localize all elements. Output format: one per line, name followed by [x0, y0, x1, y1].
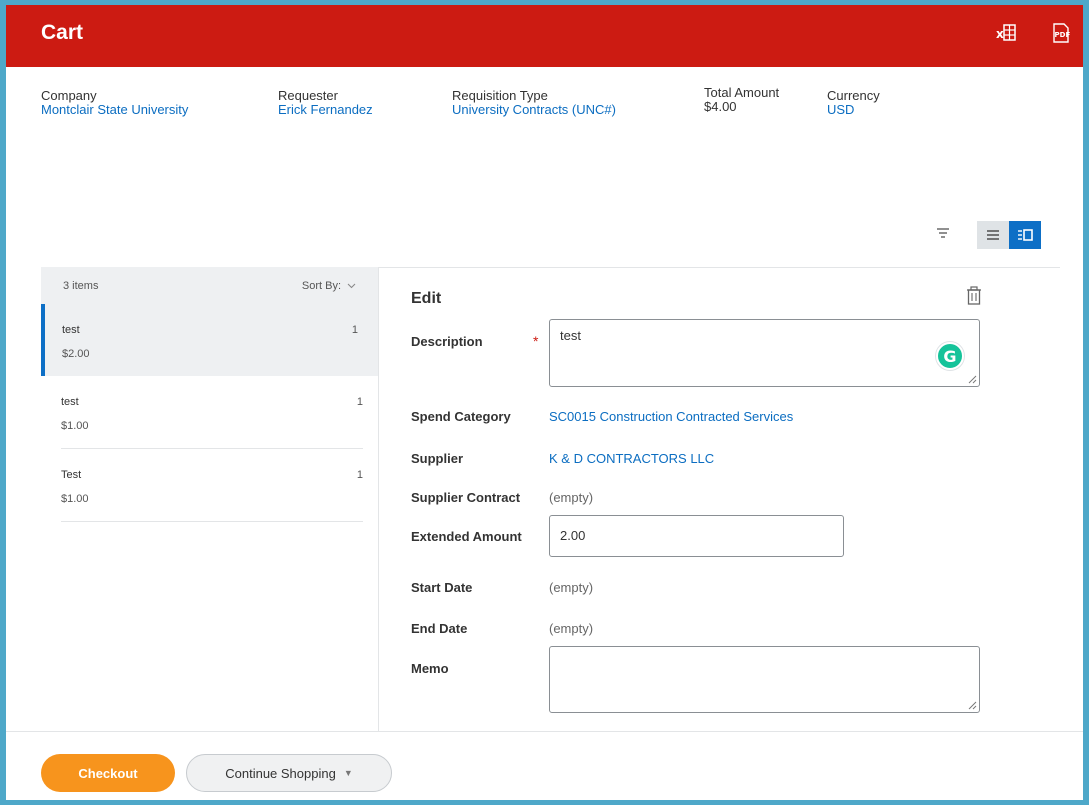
list-item[interactable]: test 1 $2.00 [41, 304, 378, 376]
detail-view-button[interactable] [1009, 221, 1041, 249]
view-toggle [977, 221, 1041, 249]
sort-by-dropdown[interactable]: Sort By: [302, 280, 356, 292]
detail-view-icon [1018, 229, 1033, 241]
item-price: $1.00 [61, 420, 89, 432]
end-date-value: (empty) [549, 621, 594, 636]
requester-field: Requester Erick Fernandez [278, 89, 373, 117]
chevron-down-icon [347, 283, 356, 288]
svg-text:x: x [996, 27, 1004, 41]
item-name: test [62, 324, 80, 336]
list-view-button[interactable] [977, 221, 1009, 249]
total-amount-label: Total Amount [704, 85, 780, 100]
filter-icon[interactable] [935, 225, 951, 241]
divider [378, 267, 1060, 268]
page-title: Cart [41, 21, 84, 44]
requisition-type-value[interactable]: University Contracts (UNC#) [452, 103, 616, 117]
total-amount-value: $4.00 [704, 99, 737, 114]
end-date-label: End Date [411, 621, 468, 636]
start-date-label: Start Date [411, 580, 473, 595]
company-label: Company [41, 88, 97, 103]
title-bar: Cart x PDF [6, 5, 1083, 67]
start-date-value: (empty) [549, 580, 594, 595]
supplier-contract-label: Supplier Contract [411, 490, 521, 505]
item-name: Test [61, 469, 82, 481]
pdf-export-icon[interactable]: PDF [1051, 22, 1071, 44]
edit-title: Edit [411, 290, 442, 307]
requisition-type-field: Requisition Type University Contracts (U… [452, 89, 616, 117]
footer-bar: Checkout Continue Shopping ▼ [6, 731, 1083, 800]
continue-shopping-button[interactable]: Continue Shopping ▼ [186, 754, 392, 792]
trash-icon[interactable] [963, 285, 985, 307]
continue-shopping-label: Continue Shopping [225, 765, 336, 781]
excel-export-icon[interactable]: x [996, 22, 1016, 44]
supplier-value[interactable]: K & D CONTRACTORS LLC [549, 451, 714, 466]
svg-text:PDF: PDF [1055, 31, 1071, 39]
required-indicator: * [533, 333, 539, 349]
item-quantity: 1 [356, 396, 363, 408]
list-header: 3 items Sort By: [41, 267, 378, 304]
sort-by-label: Sort By: [301, 279, 341, 292]
caret-down-icon: ▼ [343, 768, 353, 778]
description-field[interactable]: test [549, 319, 980, 387]
item-price: $1.00 [61, 493, 89, 505]
supplier-contract-value: (empty) [549, 490, 594, 505]
total-amount-field: Total Amount $4.00 [704, 86, 779, 114]
spend-category-value[interactable]: SC0015 Construction Contracted Services [549, 409, 793, 424]
description-label: Description [411, 334, 483, 349]
list-view-icon [987, 230, 999, 240]
company-field: Company Montclair State University [41, 89, 188, 117]
requester-value[interactable]: Erick Fernandez [278, 103, 373, 117]
requester-label: Requester [278, 88, 338, 103]
memo-label: Memo [411, 661, 449, 676]
extended-amount-field[interactable]: 2.00 [549, 515, 844, 557]
checkout-button[interactable]: Checkout [41, 754, 175, 792]
item-quantity: 1 [356, 469, 363, 481]
grammarly-icon[interactable]: G [936, 342, 964, 370]
currency-value[interactable]: USD [827, 103, 880, 117]
extended-amount-label: Extended Amount [411, 529, 522, 544]
resize-handle-icon[interactable] [968, 701, 977, 710]
description-value: test [560, 328, 581, 343]
resize-handle-icon[interactable] [968, 375, 977, 384]
item-count: 3 items [63, 279, 99, 292]
list-item[interactable]: Test 1 $1.00 [61, 449, 363, 522]
currency-label: Currency [827, 88, 880, 103]
memo-field[interactable] [549, 646, 980, 713]
supplier-label: Supplier [411, 451, 464, 466]
company-value[interactable]: Montclair State University [41, 103, 188, 117]
item-price: $2.00 [62, 348, 90, 360]
requisition-type-label: Requisition Type [452, 88, 548, 103]
extended-amount-value: 2.00 [560, 528, 586, 543]
item-name: test [61, 396, 79, 408]
spend-category-label: Spend Category [411, 409, 511, 424]
list-item[interactable]: test 1 $1.00 [61, 376, 363, 449]
cart-window: Cart x PDF Company Montclair State Unive… [6, 5, 1083, 800]
cart-item-list: 3 items Sort By: test 1 $2.00 test 1 $1.… [41, 267, 378, 731]
panel-divider [378, 267, 379, 731]
item-quantity: 1 [351, 324, 358, 336]
currency-field: Currency USD [827, 89, 880, 117]
